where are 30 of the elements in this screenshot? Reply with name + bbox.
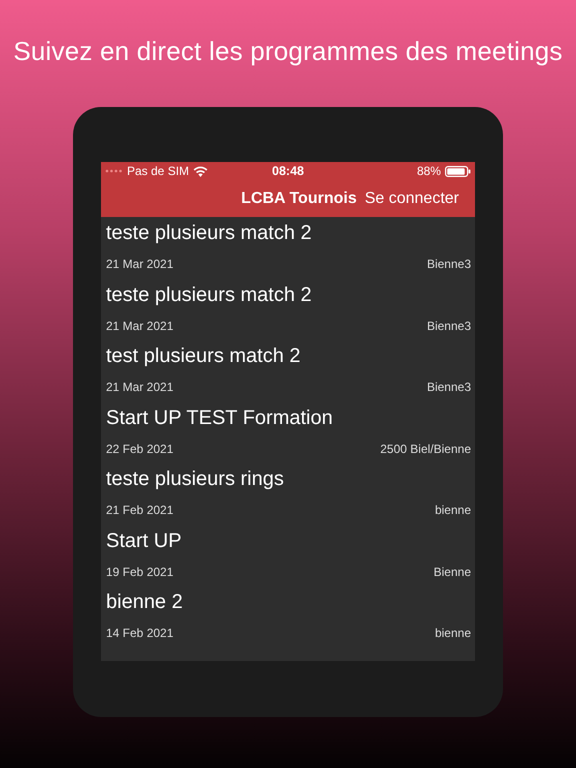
clock-time: 08:48 — [272, 164, 304, 178]
event-date: 21 Mar 2021 — [106, 257, 174, 271]
wifi-icon — [193, 166, 208, 176]
event-location: Bienne3 — [426, 318, 471, 332]
login-link[interactable]: Se connecter — [364, 190, 459, 208]
event-title[interactable]: Start UP — [106, 524, 471, 554]
app-title: LCBA Tournois — [241, 190, 357, 208]
event-date: 21 Mar 2021 — [106, 318, 174, 332]
event-title[interactable]: teste plusieurs match 2 — [106, 217, 471, 247]
signal-icon — [105, 169, 123, 173]
event-location: Bienne3 — [426, 380, 471, 394]
event-title[interactable]: bienne 2 — [106, 586, 471, 616]
headline: Suivez en direct les programmes des meetings — [13, 36, 563, 67]
carrier-label: Pas de SIM — [127, 164, 190, 178]
event-location: bienne — [434, 626, 471, 640]
event-date: 22 Feb 2021 — [106, 442, 174, 456]
event-date: 14 Feb 2021 — [106, 626, 174, 640]
event-location: bienne — [434, 503, 471, 517]
event-date: 21 Mar 2021 — [106, 380, 174, 394]
event-date: 19 Feb 2021 — [106, 564, 174, 578]
battery-percent: 88% — [416, 164, 441, 178]
event-title[interactable]: teste plusieurs match 2 — [106, 278, 471, 308]
event-location: Bienne — [434, 564, 471, 578]
event-location: 2500 Biel/Bienne — [380, 442, 471, 456]
event-date: 21 Feb 2021 — [106, 503, 174, 517]
event-title[interactable]: test plusieurs match 2 — [106, 340, 471, 370]
battery-icon — [444, 166, 471, 176]
event-title[interactable]: Start UP TEST Formation — [106, 402, 471, 432]
event-location: Bienne3 — [426, 257, 471, 271]
event-title[interactable]: teste plusieurs rings — [106, 463, 471, 493]
